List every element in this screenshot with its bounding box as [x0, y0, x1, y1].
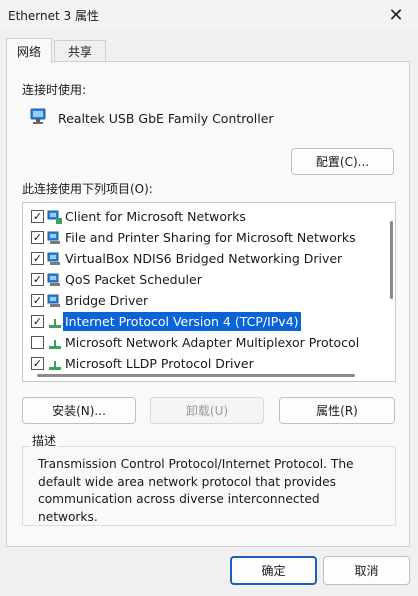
list-item-label: Microsoft Network Adapter Multiplexor Pr… — [65, 335, 360, 350]
connect-using-label: 连接时使用: — [22, 83, 87, 97]
list-item-label: Client for Microsoft Networks — [65, 209, 246, 224]
list-item[interactable]: ✓ VirtualBox NDIS6 Bridged Networking Dr… — [23, 248, 379, 269]
ok-button[interactable]: 确定 — [230, 556, 317, 585]
adapter-name: Realtek USB GbE Family Controller — [58, 111, 274, 126]
network-service-icon — [47, 251, 63, 267]
list-item[interactable]: ✓ File and Printer Sharing for Microsoft… — [23, 227, 379, 248]
vertical-scrollbar[interactable] — [390, 221, 393, 299]
configure-button[interactable]: 配置(C)... — [291, 148, 394, 175]
list-item[interactable]: ✓ Microsoft LLDP Protocol Driver — [23, 353, 379, 374]
checkbox[interactable]: ✓ — [31, 231, 44, 244]
adapter-display: Realtek USB GbE Family Controller — [30, 108, 274, 129]
network-service-icon — [47, 272, 63, 288]
list-item-label: File and Printer Sharing for Microsoft N… — [65, 230, 356, 245]
window-title: Ethernet 3 属性 — [8, 9, 99, 23]
list-item[interactable]: Microsoft Network Adapter Multiplexor Pr… — [23, 332, 379, 353]
protocol-icon — [47, 314, 63, 330]
properties-button[interactable]: 属性(R) — [279, 397, 395, 424]
checkbox[interactable]: ✓ — [31, 273, 44, 286]
list-item-label: Microsoft LLDP Protocol Driver — [65, 356, 254, 371]
description-legend: 描述 — [30, 432, 59, 449]
list-item-label: Internet Protocol Version 4 (TCP/IPv4) — [63, 312, 301, 331]
list-item-selected[interactable]: ✓ Internet Protocol Version 4 (TCP/IPv4) — [23, 311, 379, 332]
list-item-label: VirtualBox NDIS6 Bridged Networking Driv… — [65, 251, 343, 266]
uninstall-button[interactable]: 卸载(U) — [150, 397, 264, 424]
tab-sharing[interactable]: 共享 — [54, 40, 106, 62]
description-text: Transmission Control Protocol/Internet P… — [38, 457, 354, 524]
checkbox[interactable]: ✓ — [31, 210, 44, 223]
checkbox[interactable]: ✓ — [31, 315, 44, 328]
list-item-label: QoS Packet Scheduler — [65, 272, 202, 287]
list-item[interactable]: ✓ QoS Packet Scheduler — [23, 269, 379, 290]
items-label: 此连接使用下列项目(O): — [22, 182, 153, 196]
close-button[interactable]: ✕ — [380, 2, 412, 28]
network-service-icon — [47, 293, 63, 309]
list-item[interactable]: ✓ Client for Microsoft Networks — [23, 206, 379, 227]
install-button[interactable]: 安装(N)... — [22, 397, 136, 424]
protocol-icon — [47, 335, 63, 351]
network-client-icon — [47, 209, 63, 225]
title-bar: Ethernet 3 属性 ✕ — [0, 0, 418, 30]
components-list[interactable]: ✓ Client for Microsoft Networks ✓ File a… — [22, 202, 396, 382]
network-adapter-icon — [30, 108, 46, 129]
checkbox[interactable]: ✓ — [31, 252, 44, 265]
checkbox[interactable] — [31, 336, 44, 349]
cancel-button[interactable]: 取消 — [323, 556, 410, 585]
list-item[interactable]: ✓ Bridge Driver — [23, 290, 379, 311]
horizontal-scrollbar[interactable] — [37, 374, 355, 377]
list-item-label: Bridge Driver — [65, 293, 149, 308]
network-service-icon — [47, 230, 63, 246]
checkbox[interactable]: ✓ — [31, 294, 44, 307]
protocol-icon — [47, 356, 63, 372]
checkbox[interactable]: ✓ — [31, 357, 44, 370]
tab-network[interactable]: 网络 — [6, 38, 52, 63]
